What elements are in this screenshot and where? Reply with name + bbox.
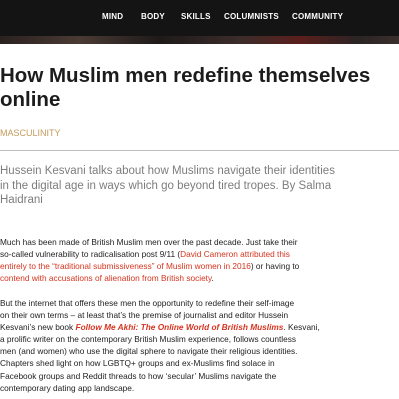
main-nav: MIND BODY SKILLS COLUMNISTS COMMUNITY <box>0 0 399 36</box>
paragraph-1-line-4: contend with accusations of alienation f… <box>0 272 399 284</box>
paragraph-2-line-6: Chapters shed light on how LGBTQ+ groups… <box>0 357 399 369</box>
david-cameron-link[interactable]: David Cameron attributed this <box>180 249 290 259</box>
text: so-called vulnerability to radicalisatio… <box>0 249 181 260</box>
body-paragraph-2: But the internet that offers these men t… <box>0 297 399 394</box>
nav-item-skills[interactable]: SKILLS <box>181 12 211 21</box>
alienation-accusations-link[interactable]: contend with accusations of alienation f… <box>0 273 212 283</box>
paragraph-2-line-7: Facebook groups and Reddit threads to ho… <box>0 370 399 382</box>
nav-item-body[interactable]: BODY <box>141 12 165 21</box>
david-cameron-link-continued[interactable]: entirely to the “traditional submissiven… <box>0 261 251 271</box>
text: . Kesvani, <box>283 322 320 333</box>
paragraph-2-line-4: a prolific writer on the contemporary Br… <box>0 333 399 345</box>
text: Chapters shed light on how LGBTQ+ groups… <box>0 358 275 369</box>
article-headline: How Muslim men redefine themselves onlin… <box>0 64 399 112</box>
text: ) or having to <box>250 261 300 272</box>
nav-item-mind[interactable]: MIND <box>102 12 123 21</box>
body-paragraph-1: Much has been made of British Muslim men… <box>0 236 399 284</box>
category-link[interactable]: MASCULINITY <box>0 128 61 138</box>
paragraph-2-line-1: But the internet that offers these men t… <box>0 297 399 309</box>
paragraph-1-line-2: so-called vulnerability to radicalisatio… <box>0 248 399 260</box>
hero-image-strip <box>0 36 399 44</box>
text: Kesvani’s new book <box>0 322 76 333</box>
text: . <box>211 273 214 284</box>
text: men (and women) who use the digital sphe… <box>0 346 298 357</box>
nav-item-columnists[interactable]: COLUMNISTS <box>224 12 279 21</box>
book-title-link[interactable]: Follow Me Akhi: The Online World of Brit… <box>76 322 284 332</box>
text: contemporary dating app landscape. <box>0 382 135 393</box>
headline-line-1: How Muslim men redefine themselves <box>0 64 371 87</box>
article-standfirst: Hussein Kesvani talks about how Muslims … <box>0 165 335 206</box>
nav-item-community[interactable]: COMMUNITY <box>292 12 343 21</box>
paragraph-2-line-8: contemporary dating app landscape. <box>0 382 399 394</box>
paragraph-1-line-1: Much has been made of British Muslim men… <box>0 236 399 248</box>
text: a prolific writer on the contemporary Br… <box>0 334 297 345</box>
text: on their own terms – at least that’s the… <box>0 310 289 321</box>
paragraph-2-line-2: on their own terms – at least that’s the… <box>0 309 399 321</box>
text: But the internet that offers these men t… <box>0 298 295 308</box>
headline-line-2: online <box>0 88 61 111</box>
text: Much has been made of British Muslim men… <box>0 237 298 247</box>
text: Facebook groups and Reddit threads to ho… <box>0 370 277 381</box>
divider <box>0 150 399 151</box>
paragraph-2-line-5: men (and women) who use the digital sphe… <box>0 345 399 357</box>
paragraph-2-line-3: Kesvani’s new book Follow Me Akhi: The O… <box>0 321 399 333</box>
paragraph-1-line-3: entirely to the “traditional submissiven… <box>0 260 399 272</box>
